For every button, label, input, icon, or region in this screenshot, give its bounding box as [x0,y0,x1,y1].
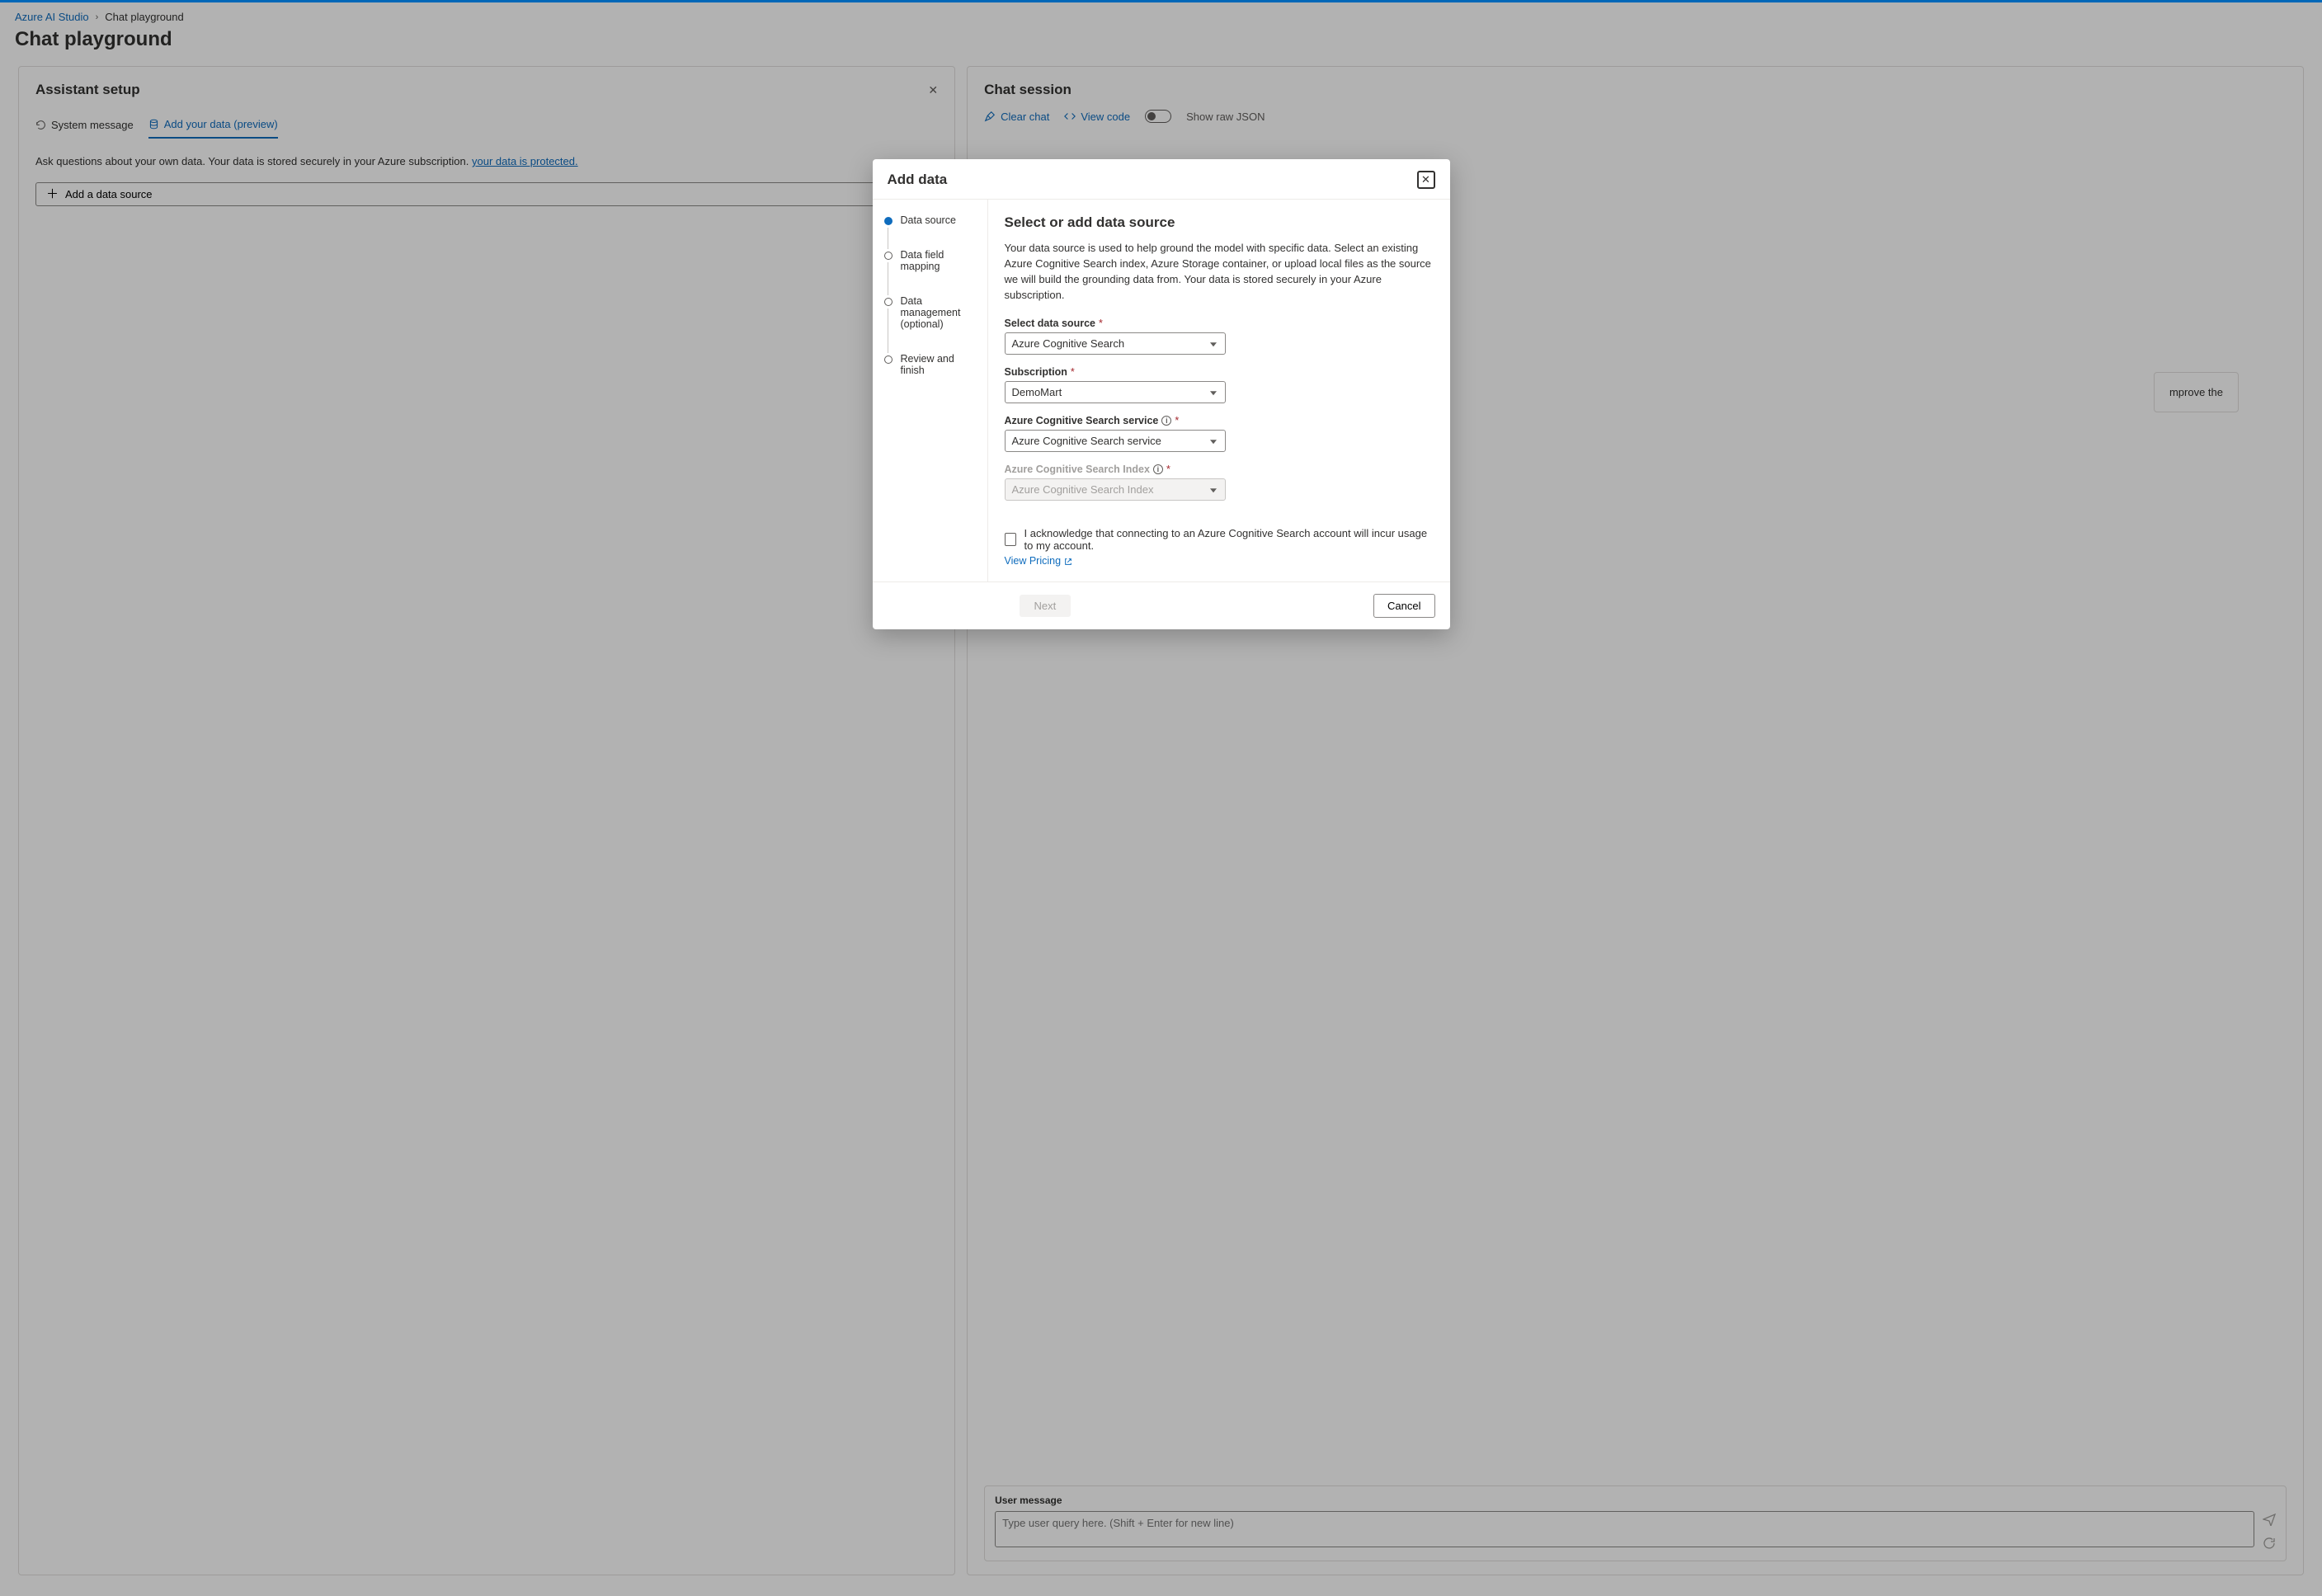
modal-section-title: Select or add data source [1005,214,1434,231]
step-label: Data field mapping [901,249,979,272]
step-data-source[interactable]: Data source [884,214,979,226]
required-marker: * [1175,415,1179,426]
subscription-select[interactable]: DemoMart [1005,381,1226,403]
link-label: View Pricing [1005,555,1062,567]
search-service-select[interactable]: Azure Cognitive Search service [1005,430,1226,452]
field-label: Select data source [1005,318,1095,329]
modal-overlay: Add data ✕ Data source Data field mappin… [0,2,2322,1596]
step-label: Data management (optional) [901,295,979,330]
required-marker: * [1099,318,1103,329]
cancel-button[interactable]: Cancel [1373,594,1434,618]
step-bullet-icon [884,252,893,260]
external-link-icon [1064,557,1072,565]
field-label: Azure Cognitive Search Index [1005,464,1150,475]
step-review-finish[interactable]: Review and finish [884,353,979,376]
step-label: Data source [901,214,956,226]
modal-title: Add data [888,172,948,188]
step-bullet-icon [884,298,893,306]
close-icon[interactable]: ✕ [1417,171,1435,189]
required-marker: * [1166,464,1170,475]
search-index-select: Azure Cognitive Search Index [1005,478,1226,501]
add-data-modal: Add data ✕ Data source Data field mappin… [873,159,1450,629]
wizard-steps: Data source Data field mapping Data mana… [873,200,988,581]
data-source-select[interactable]: Azure Cognitive Search [1005,332,1226,355]
acknowledge-text: I acknowledge that connecting to an Azur… [1024,527,1434,552]
step-field-mapping[interactable]: Data field mapping [884,249,979,272]
step-bullet-icon [884,217,893,225]
next-button: Next [1020,595,1072,617]
step-label: Review and finish [901,353,979,376]
field-label: Azure Cognitive Search service [1005,415,1159,426]
view-pricing-link[interactable]: View Pricing [1005,555,1073,567]
info-icon[interactable]: i [1153,464,1163,474]
step-data-management[interactable]: Data management (optional) [884,295,979,330]
required-marker: * [1071,366,1075,378]
acknowledge-checkbox[interactable] [1005,533,1016,546]
modal-description: Your data source is used to help ground … [1005,241,1434,303]
info-icon[interactable]: i [1161,416,1171,426]
field-label: Subscription [1005,366,1067,378]
step-bullet-icon [884,355,893,364]
